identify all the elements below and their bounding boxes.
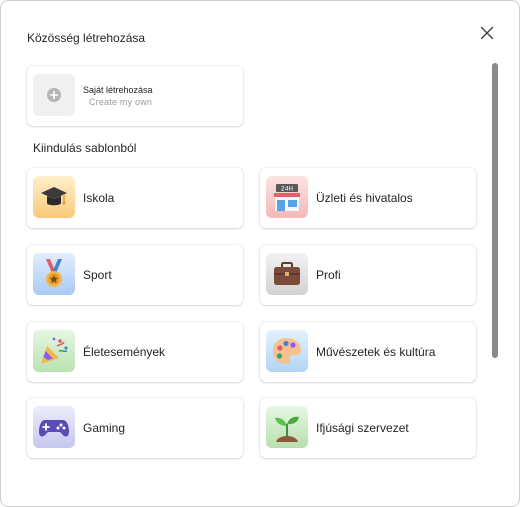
svg-text:24H: 24H <box>281 186 293 193</box>
template-label-sport: Sport <box>83 268 112 282</box>
medal-icon <box>33 253 75 295</box>
briefcase-icon <box>266 253 308 295</box>
scrollbar-thumb[interactable] <box>492 63 498 358</box>
create-own-label: Saját létrehozása <box>83 85 153 95</box>
scrollbar[interactable] <box>491 63 499 363</box>
graduation-cap-icon <box>33 176 75 218</box>
storefront-icon: 24H <box>266 176 308 218</box>
template-label-life-events: Életesemények <box>83 345 166 359</box>
game-controller-icon <box>33 406 75 448</box>
create-community-dialog: Közösség létrehozása Saját létrehozása C… <box>0 0 520 507</box>
template-card-sport[interactable]: Sport <box>27 245 243 305</box>
template-label-school: Iskola <box>83 191 115 205</box>
template-card-arts-culture[interactable]: Művészetek és kultúra <box>260 322 476 382</box>
close-icon <box>480 26 494 40</box>
template-label-business: Üzleti és hivatalos <box>316 191 413 205</box>
create-own-card[interactable]: Saját létrehozása Create my own <box>27 66 243 126</box>
template-card-life-events[interactable]: Életesemények <box>27 322 243 382</box>
templates-section-label: Kiindulás sablonból <box>33 141 137 155</box>
create-own-tile <box>33 74 75 116</box>
dialog-title: Közösség létrehozása <box>27 31 146 45</box>
palette-icon <box>266 330 308 372</box>
template-tile-sport <box>33 253 75 295</box>
template-label-gaming: Gaming <box>83 421 126 435</box>
template-label-youth-org: Ifjúsági szervezet <box>316 421 409 435</box>
template-card-gaming[interactable]: Gaming <box>27 398 243 458</box>
add-icon <box>47 88 61 102</box>
template-tile-arts-culture <box>266 330 308 372</box>
template-tile-gaming <box>33 406 75 448</box>
template-tile-business: 24H <box>266 176 308 218</box>
party-popper-icon <box>33 330 75 372</box>
template-card-school[interactable]: Iskola <box>27 168 243 228</box>
sprout-icon <box>266 406 308 448</box>
template-label-professional: Profi <box>316 268 341 282</box>
template-tile-life-events <box>33 330 75 372</box>
template-tile-youth-org <box>266 406 308 448</box>
create-own-ghost-text: Create my own <box>89 97 153 107</box>
template-card-youth-org[interactable]: Ifjúsági szervezet <box>260 398 476 458</box>
template-label-arts-culture: Művészetek és kultúra <box>316 345 436 359</box>
template-tile-school <box>33 176 75 218</box>
template-tile-professional <box>266 253 308 295</box>
close-button[interactable] <box>477 23 497 43</box>
template-card-business[interactable]: 24H Üzleti és hivatalos <box>260 168 476 228</box>
template-card-professional[interactable]: Profi <box>260 245 476 305</box>
